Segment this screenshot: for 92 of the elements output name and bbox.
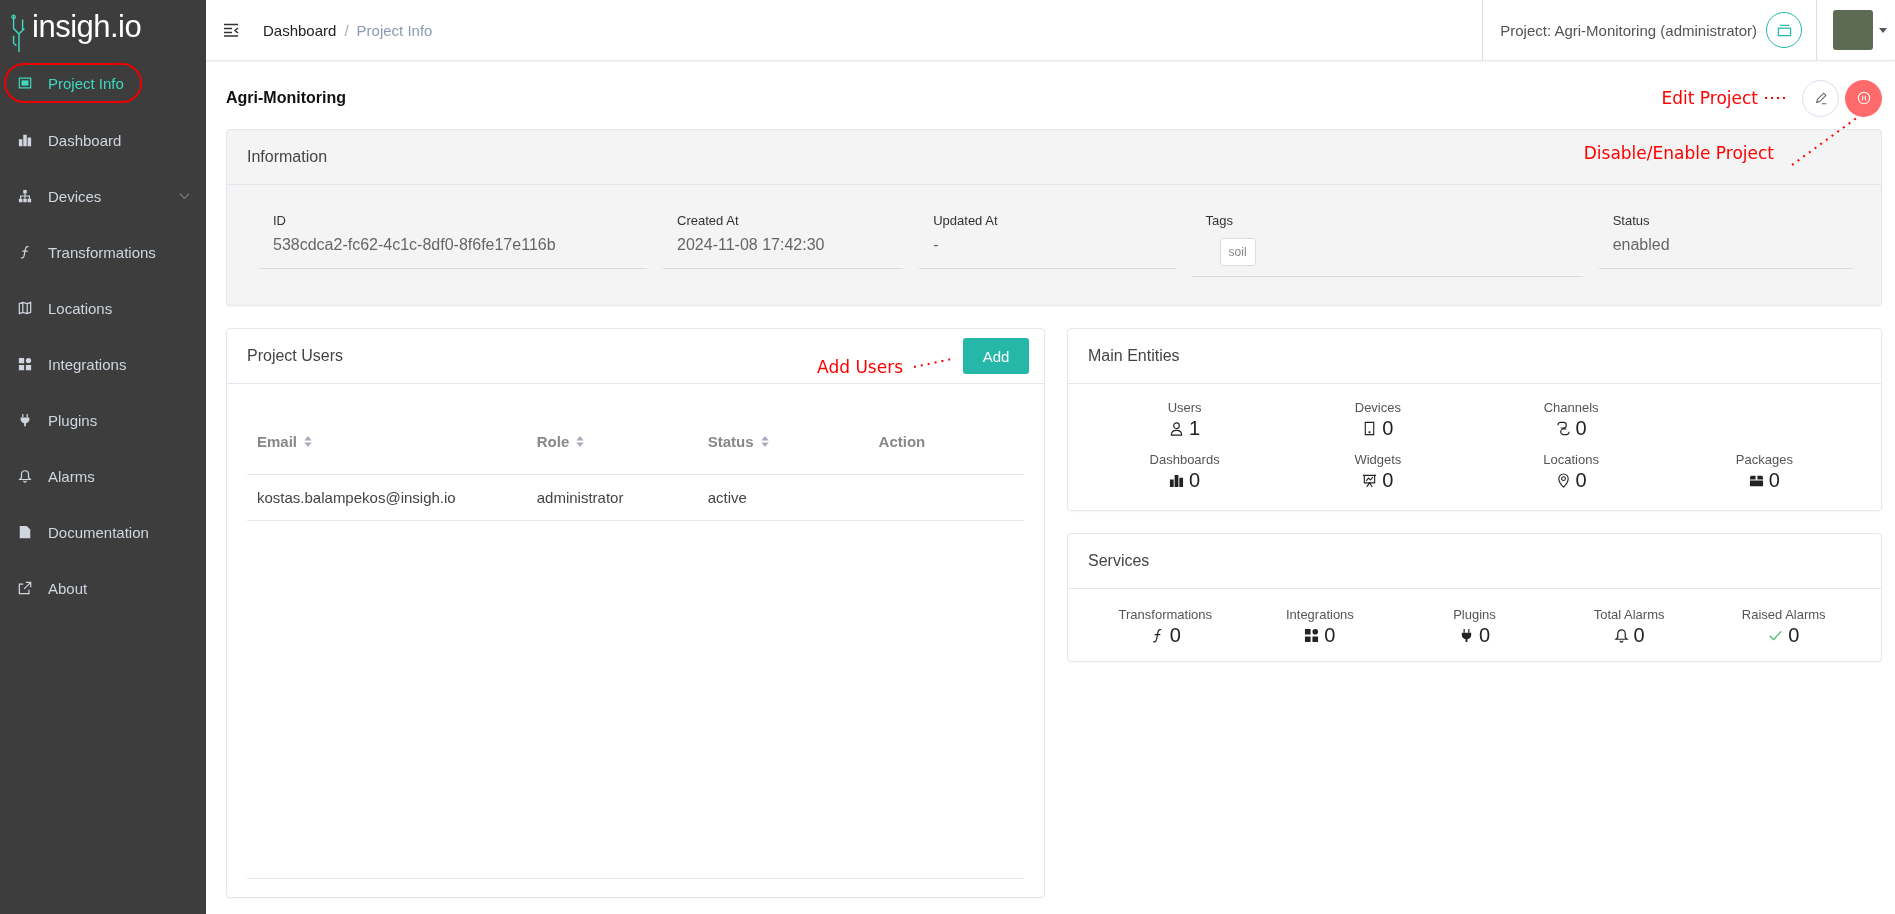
user-icon [1169, 421, 1185, 436]
disable-project-button[interactable] [1845, 79, 1882, 117]
annotation-text: Edit Project [1661, 88, 1758, 108]
plug-icon [18, 413, 32, 427]
stat-label: Users [1167, 400, 1202, 415]
stat-label: Widgets [1354, 452, 1402, 467]
stat-value: 0 [1575, 417, 1587, 440]
project-title: Agri-Monitoring [226, 89, 346, 107]
bell-icon [18, 469, 32, 483]
stat-value: 0 [1575, 469, 1587, 492]
card-title: Main Entities [1088, 347, 1180, 365]
stat-value: 0 [1169, 624, 1181, 647]
sidebar-item[interactable]: Devices [4, 168, 206, 224]
card-title: Services [1088, 552, 1150, 570]
sidebar-item[interactable]: Alarms [4, 448, 206, 504]
window-icon [1776, 23, 1792, 37]
edit-project-button[interactable] [1802, 79, 1839, 117]
switch-project-button[interactable] [1766, 12, 1802, 48]
leader-line [913, 358, 953, 368]
check-icon [1768, 628, 1784, 643]
stat-label: Transformations [1118, 607, 1212, 622]
external-link-icon [18, 581, 32, 595]
stat-label: Plugins [1453, 607, 1496, 622]
circuit-logo-icon [10, 14, 28, 54]
stat-label: Packages [1735, 452, 1793, 467]
pencil-icon [1813, 91, 1828, 105]
screen-icon [18, 76, 32, 90]
bell-icon [1613, 628, 1629, 643]
blocks-icon [18, 357, 32, 371]
function-icon [18, 245, 32, 259]
bar-chart-icon [1169, 473, 1185, 488]
stat-value: 0 [1768, 469, 1780, 492]
project-label: Project: Agri-Monitoring (administrator) [1482, 0, 1757, 60]
field-value: enabled [1612, 235, 1670, 254]
field-label: Created At [676, 213, 740, 228]
annotation-text: Add Users [817, 356, 903, 377]
stat-value: 0 [1382, 469, 1394, 492]
hierarchy-icon [18, 189, 32, 203]
sidebar-item[interactable]: Locations [4, 280, 206, 336]
box-icon [1748, 473, 1764, 488]
stat-label: Integrations [1285, 607, 1354, 622]
blocks-icon [1304, 628, 1320, 643]
bar-chart-icon [18, 133, 32, 147]
stat-label: Locations [1543, 452, 1599, 467]
annotation-text: Disable/Enable Project [1583, 143, 1774, 163]
field-label: Status [1611, 213, 1651, 228]
stat-value: 0 [1189, 469, 1201, 492]
sidebar-item[interactable]: Project Info [4, 63, 142, 103]
column-header[interactable]: Action [878, 432, 926, 450]
stat-label: Total Alarms [1593, 607, 1665, 622]
sidebar-item[interactable]: Integrations [4, 336, 206, 392]
stat-value: 0 [1478, 624, 1491, 647]
sidebar-item[interactable]: Plugins [4, 392, 206, 448]
presentation-chart-icon [1362, 473, 1378, 488]
menu-toggle-icon[interactable] [223, 23, 239, 37]
sidebar-item[interactable]: Transformations [4, 224, 206, 280]
card-title: Information [247, 148, 328, 166]
caret-icon[interactable] [1879, 27, 1887, 33]
sidebar-item[interactable]: Documentation [4, 504, 206, 560]
breadcrumb-link[interactable]: Dashboard [263, 21, 337, 39]
map-icon [18, 301, 32, 315]
stat-label: Raised Alarms [1741, 607, 1826, 622]
breadcrumb-separator: / [344, 21, 349, 39]
document-icon [18, 525, 32, 539]
tag-chip: soil [1219, 238, 1256, 266]
pause-icon [1856, 91, 1871, 105]
stat-label: Channels [1543, 400, 1599, 415]
field-value: 2024-11-08 17:42:30 [677, 235, 825, 254]
field-label: ID [272, 213, 287, 228]
stat-label: Dashboards [1149, 452, 1220, 467]
table-cell: active [707, 489, 747, 506]
field-value: 538cdca2-fc62-4c1c-8df0-8f6fe17e116b [273, 235, 556, 254]
card-title: Project Users [247, 347, 344, 365]
table-cell: kostas.balampekos@insigh.io [257, 489, 456, 506]
column-header[interactable]: Email [257, 432, 313, 450]
stat-value: 0 [1382, 417, 1394, 440]
table-cell: administrator [536, 489, 624, 506]
logo-text: insigh.io [32, 11, 142, 46]
field-value: - [933, 235, 939, 254]
sidebar-item[interactable]: About [4, 560, 206, 616]
column-header[interactable]: Status [707, 432, 769, 450]
stat-value: 1 [1189, 417, 1201, 440]
field-label: Updated At [932, 213, 999, 228]
sidebar-item[interactable]: Dashboard [4, 112, 206, 168]
location-pin-icon [1555, 473, 1571, 488]
stat-value: 0 [1788, 624, 1800, 647]
stat-value: 0 [1324, 624, 1336, 647]
stat-label: Devices [1354, 400, 1401, 415]
leader-line [1764, 96, 1788, 100]
column-header[interactable]: Role [536, 432, 585, 450]
field-label: Tags [1204, 213, 1235, 228]
stat-value: 0 [1633, 624, 1645, 647]
